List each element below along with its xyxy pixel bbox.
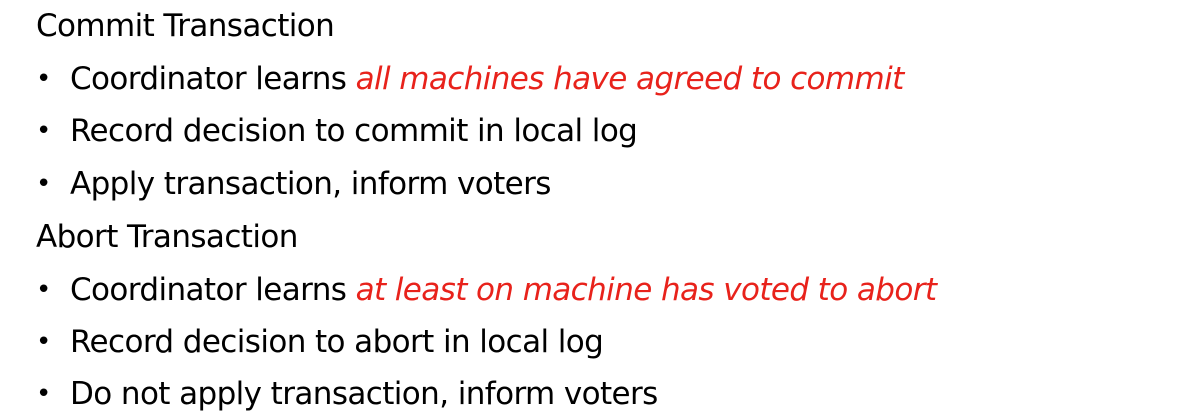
bullet-dot: •: [36, 379, 51, 409]
bullet-text: Apply transaction, inform voters: [70, 164, 551, 204]
bullet-dot: •: [36, 275, 51, 305]
bullet-text: Do not apply transaction, inform voters: [70, 374, 658, 414]
bullet-dot: •: [36, 327, 51, 357]
bullet-text: Coordinator learns all machines have agr…: [70, 59, 904, 99]
bullet-plain-text: Coordinator learns: [70, 61, 356, 97]
bullet-plain-text: Do not apply transaction, inform voters: [70, 376, 658, 412]
bullet-plain-text: Record decision to abort in local log: [70, 324, 604, 360]
bullet-plain-text: Record decision to commit in local log: [70, 113, 638, 149]
bullet-text: Coordinator learns at least on machine h…: [70, 270, 937, 310]
section-heading-commit: Commit Transaction: [36, 8, 335, 44]
section-heading-abort: Abort Transaction: [36, 219, 298, 255]
bullet-plain-text: Apply transaction, inform voters: [70, 166, 551, 202]
bullet-dot: •: [36, 116, 51, 146]
bullet-emphasis-text: at least on machine has voted to abort: [355, 272, 937, 308]
bullet-plain-text: Coordinator learns: [70, 272, 356, 308]
bullet-text: Record decision to commit in local log: [70, 111, 638, 151]
bullet-dot: •: [36, 64, 51, 94]
bullet-dot: •: [36, 169, 51, 199]
bullet-emphasis-text: all machines have agreed to commit: [355, 61, 905, 97]
slide: Commit Transaction • Coordinator learns …: [0, 0, 1186, 418]
bullet-text: Record decision to abort in local log: [70, 322, 604, 362]
